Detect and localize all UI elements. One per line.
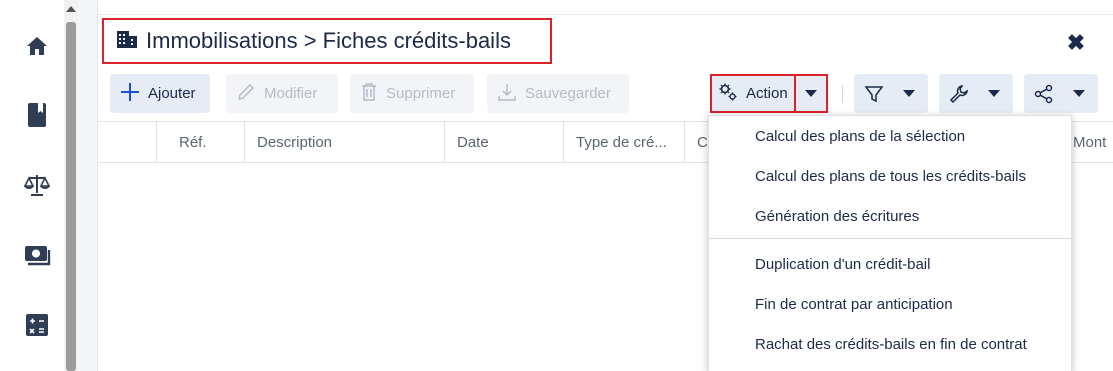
action-menu: Calcul des plans de la sélection Calcul … <box>708 115 1072 371</box>
pencil-icon <box>236 82 256 106</box>
funnel-icon <box>854 84 894 104</box>
action-button-label: Action <box>746 85 788 102</box>
building-icon <box>116 29 138 54</box>
share-icon <box>1024 84 1064 104</box>
menu-item-calc-selection[interactable]: Calcul des plans de la sélection <box>709 116 1071 156</box>
chevron-down-icon[interactable] <box>1064 90 1094 97</box>
money-icon[interactable] <box>22 240 52 270</box>
column-header-select[interactable] <box>98 122 156 162</box>
menu-item-duplicate[interactable]: Duplication d'un crédit-bail <box>709 244 1071 284</box>
trash-icon <box>360 82 378 106</box>
panel-gutter <box>78 0 98 371</box>
edit-button[interactable]: Modifier <box>226 74 338 113</box>
breadcrumb: Immobilisations > Fiches crédits-bails <box>146 28 511 53</box>
action-split-button: Action <box>710 74 828 113</box>
app-window: Immobilisations > Fiches crédits-bails ✖… <box>0 0 1113 371</box>
chevron-down-icon <box>805 90 817 97</box>
gears-icon <box>718 82 738 106</box>
download-icon <box>497 82 517 106</box>
scroll-up-arrow-icon[interactable] <box>66 6 76 12</box>
save-button-label: Sauvegarder <box>525 85 611 102</box>
chevron-down-icon[interactable] <box>894 90 924 97</box>
column-header-date[interactable]: Date <box>444 122 563 162</box>
menu-item-buyback[interactable]: Rachat des crédits-bails en fin de contr… <box>709 324 1071 364</box>
plus-icon <box>120 82 140 106</box>
menu-item-calc-all[interactable]: Calcul des plans de tous les crédits-bai… <box>709 156 1071 196</box>
menu-item-early-termination[interactable]: Fin de contrat par anticipation <box>709 284 1071 324</box>
delete-button-label: Supprimer <box>386 85 456 102</box>
scales-icon[interactable] <box>22 170 52 200</box>
add-button[interactable]: Ajouter <box>110 74 210 113</box>
share-button[interactable] <box>1024 74 1098 113</box>
column-header-type[interactable]: Type de cré... <box>563 122 684 162</box>
home-icon[interactable] <box>22 31 52 61</box>
save-button[interactable]: Sauvegarder <box>487 74 629 113</box>
delete-button[interactable]: Supprimer <box>350 74 474 113</box>
page-title: Immobilisations > Fiches crédits-bails <box>102 18 552 64</box>
filter-button[interactable] <box>854 74 928 113</box>
column-header-description[interactable]: Description <box>244 122 444 162</box>
scroll-thumb[interactable] <box>66 22 76 371</box>
column-header-ref[interactable]: Réf. <box>156 122 244 162</box>
menu-divider <box>709 238 1071 239</box>
tools-button[interactable] <box>939 74 1013 113</box>
menu-item-generate-entries[interactable]: Génération des écritures <box>709 196 1071 236</box>
toolbar-separator <box>842 85 843 103</box>
calculator-icon[interactable] <box>22 310 52 340</box>
main-panel: Immobilisations > Fiches crédits-bails ✖… <box>98 14 1113 371</box>
sidebar-scrollbar[interactable] <box>64 0 78 371</box>
chevron-down-icon[interactable] <box>979 90 1009 97</box>
action-dropdown-toggle[interactable] <box>796 74 828 113</box>
add-button-label: Ajouter <box>148 85 196 102</box>
edit-button-label: Modifier <box>264 85 318 102</box>
close-button[interactable]: ✖ <box>1066 32 1086 54</box>
sidebar <box>0 0 64 371</box>
book-icon[interactable] <box>22 100 52 130</box>
wrench-icon <box>939 84 979 104</box>
action-button[interactable]: Action <box>710 74 796 113</box>
